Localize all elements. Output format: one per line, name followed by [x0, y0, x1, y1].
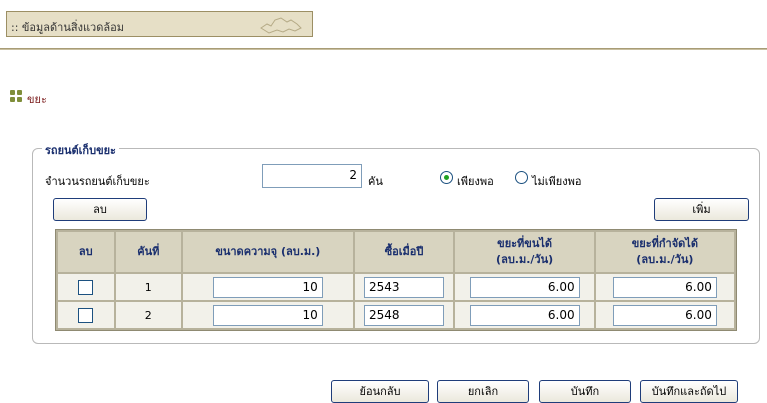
radio-not-enough[interactable] — [515, 171, 528, 184]
col-header-disposed: ขยะที่กำจัดได้ (ลบ.ม./วัน) — [595, 232, 734, 272]
save-and-next-button[interactable]: บันทึกและถัดไป — [640, 380, 738, 403]
page-title: :: ข้อมูลด้านสิ่งแวดล้อม — [11, 21, 124, 34]
year-cell: 2543 — [354, 274, 454, 300]
cancel-button[interactable]: ยกเลิก — [437, 380, 529, 403]
size-input[interactable]: 10 — [212, 276, 323, 298]
header-divider — [0, 48, 767, 50]
truck-count-unit: คัน — [368, 175, 383, 188]
save-button[interactable]: บันทึก — [539, 380, 631, 403]
disposed-cell: 6.00 — [595, 302, 734, 328]
truck-count-label: จำนวนรถยนต์เก็บขยะ — [45, 175, 150, 188]
radio-enough[interactable] — [440, 171, 453, 184]
size-cell: 10 — [183, 302, 353, 328]
row-select-cell — [58, 274, 114, 300]
transported-cell: 6.00 — [455, 274, 594, 300]
table-row: 2 10 2548 6.00 6.00 — [58, 302, 734, 328]
row-select-cell — [58, 302, 114, 328]
disposed-input[interactable]: 6.00 — [612, 304, 717, 326]
disposed-cell: 6.00 — [595, 274, 734, 300]
col-header-transported-line2: (ลบ.ม./วัน) — [496, 253, 554, 266]
row-no: 2 — [115, 302, 182, 328]
page-header: :: ข้อมูลด้านสิ่งแวดล้อม — [6, 11, 313, 37]
section-label: ขยะ — [27, 93, 47, 106]
truck-count-input[interactable]: 2 — [262, 164, 362, 188]
year-input[interactable]: 2543 — [364, 276, 445, 298]
table-row: 1 10 2543 6.00 6.00 — [58, 274, 734, 300]
size-cell: 10 — [183, 274, 353, 300]
add-row-button[interactable]: เพิ่ม — [654, 198, 749, 221]
col-header-year: ซื้อเมื่อปี — [354, 232, 454, 272]
table-header-row: ลบ คันที่ ขนาดความจุ (ลบ.ม.) ซื้อเมื่อปี… — [58, 232, 734, 272]
disposed-input[interactable]: 6.00 — [612, 276, 717, 298]
row-select-checkbox[interactable] — [78, 307, 94, 323]
thailand-map-icon — [260, 17, 302, 34]
col-header-transported: ขยะที่ขนได้ (ลบ.ม./วัน) — [455, 232, 594, 272]
back-button[interactable]: ย้อนกลับ — [331, 380, 429, 403]
year-cell: 2548 — [354, 302, 454, 328]
size-input[interactable]: 10 — [212, 304, 323, 326]
col-header-disposed-line1: ขยะที่กำจัดได้ — [631, 237, 698, 250]
col-header-disposed-line2: (ลบ.ม./วัน) — [636, 253, 694, 266]
col-header-size: ขนาดความจุ (ลบ.ม.) — [183, 232, 353, 272]
year-input[interactable]: 2548 — [364, 304, 445, 326]
transported-input[interactable]: 6.00 — [469, 276, 580, 298]
section-bullet-icon — [10, 90, 22, 102]
transported-input[interactable]: 6.00 — [469, 304, 580, 326]
col-header-no: คันที่ — [115, 232, 182, 272]
col-header-delete: ลบ — [58, 232, 114, 272]
delete-rows-button[interactable]: ลบ — [53, 198, 147, 221]
col-header-transported-line1: ขยะที่ขนได้ — [497, 237, 553, 250]
truck-table: ลบ คันที่ ขนาดความจุ (ลบ.ม.) ซื้อเมื่อปี… — [55, 229, 737, 331]
radio-not-enough-label: ไม่เพียงพอ — [532, 175, 582, 188]
row-no: 1 — [115, 274, 182, 300]
transported-cell: 6.00 — [455, 302, 594, 328]
row-select-checkbox[interactable] — [78, 279, 94, 295]
radio-enough-label: เพียงพอ — [457, 175, 494, 188]
fieldset-legend: รถยนต์เก็บขยะ — [42, 141, 119, 159]
